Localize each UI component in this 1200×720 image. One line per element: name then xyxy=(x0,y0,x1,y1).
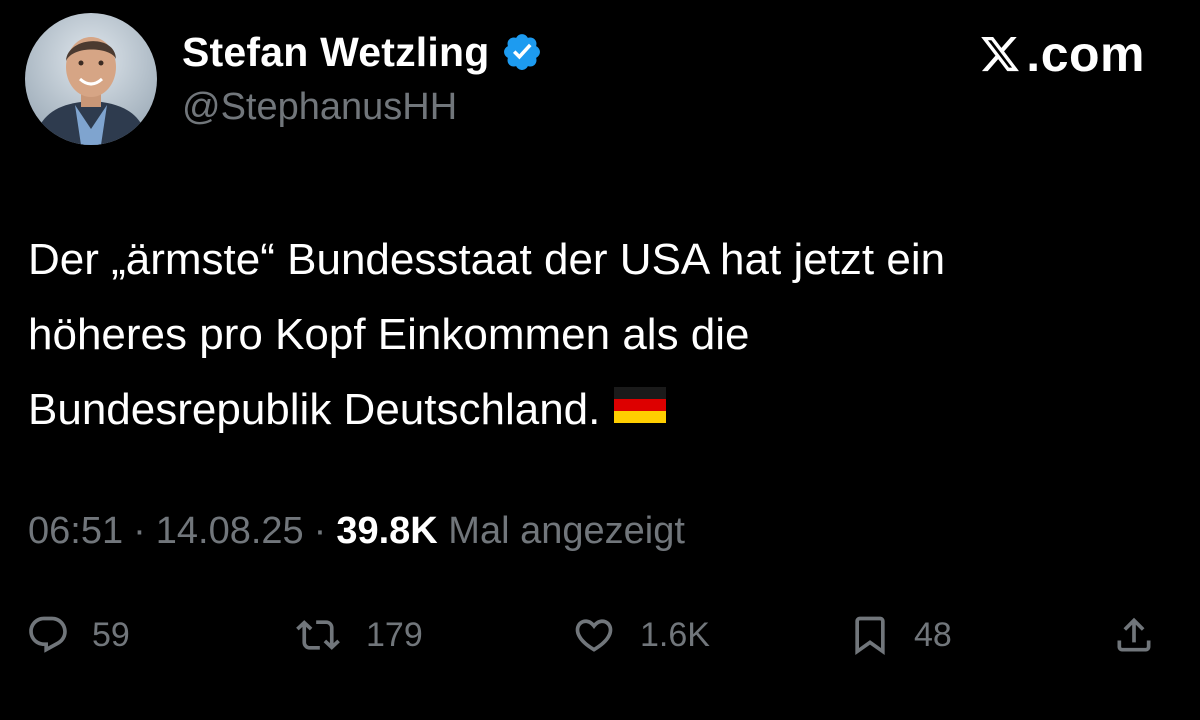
author-name-row: Stefan Wetzling xyxy=(182,26,543,78)
retweet-button[interactable]: 179 xyxy=(292,600,423,670)
tweet-meta: 06:51 · 14.08.25 · 39.8K Mal angezeigt xyxy=(28,510,685,553)
like-count: 1.6K xyxy=(640,615,710,654)
avatar[interactable] xyxy=(25,13,157,145)
views-label: Mal angezeigt xyxy=(448,510,685,552)
heart-icon xyxy=(570,613,618,657)
tweet-text-line: höheres pro Kopf Einkommen als die xyxy=(28,310,750,359)
reply-icon xyxy=(26,613,70,657)
action-bar: 59 179 1.6K 48 xyxy=(0,600,1200,670)
tweet-time[interactable]: 06:51 xyxy=(28,510,123,552)
tweet-card: Stefan Wetzling @StephanusHH .com Der „ä… xyxy=(0,0,1200,720)
retweet-icon xyxy=(292,613,344,657)
germany-flag-icon xyxy=(614,371,667,446)
share-button[interactable] xyxy=(1112,600,1156,670)
share-icon xyxy=(1112,612,1156,658)
meta-separator: · xyxy=(133,510,146,552)
tweet-text-line: Bundesrepublik Deutschland. xyxy=(28,372,1148,450)
brand-logo: .com xyxy=(978,26,1145,82)
like-button[interactable]: 1.6K xyxy=(570,600,710,670)
reply-button[interactable]: 59 xyxy=(26,600,130,670)
author-handle[interactable]: @StephanusHH xyxy=(182,86,457,129)
tweet-date[interactable]: 14.08.25 xyxy=(156,510,304,552)
bookmark-count: 48 xyxy=(914,615,952,654)
tweet-text-segment: Bundesrepublik Deutschland. xyxy=(28,385,601,434)
retweet-count: 179 xyxy=(366,615,423,654)
tweet-text: Der „ärmste“ Bundesstaat der USA hat jet… xyxy=(28,222,1148,450)
reply-count: 59 xyxy=(92,615,130,654)
author-name[interactable]: Stefan Wetzling xyxy=(182,29,489,76)
views-count[interactable]: 39.8K xyxy=(336,510,437,552)
meta-separator: · xyxy=(313,510,327,552)
verified-badge-icon xyxy=(501,31,543,73)
x-logo-icon xyxy=(978,33,1022,75)
brand-text: .com xyxy=(1026,26,1145,82)
bookmark-button[interactable]: 48 xyxy=(848,600,952,670)
bookmark-icon xyxy=(848,611,892,659)
tweet-text-line: Der „ärmste“ Bundesstaat der USA hat jet… xyxy=(28,235,946,284)
